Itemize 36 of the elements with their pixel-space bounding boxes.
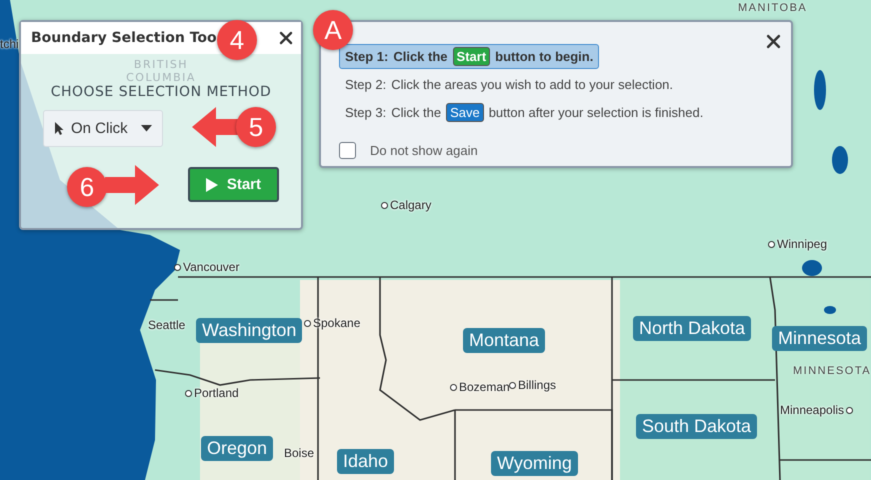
city-label: Bozeman: [459, 380, 510, 394]
step-label: Step 3:: [345, 105, 386, 120]
start-button[interactable]: Start: [188, 167, 279, 202]
region-label: MANITOBA: [738, 2, 808, 14]
city-label: Calgary: [390, 198, 432, 212]
step-text: button after your selection is finished.: [488, 105, 704, 120]
step-label: Step 2:: [345, 77, 386, 92]
state-label[interactable]: Oregon: [201, 436, 274, 461]
region-label: MINNESOTA: [793, 365, 871, 377]
state-label[interactable]: Idaho: [337, 449, 394, 474]
step-text: Click the areas you wish to add to your selection.: [391, 77, 674, 92]
city-label: Vancouver: [183, 260, 240, 274]
city-label: Minneapolis: [780, 403, 844, 417]
state-label[interactable]: Minnesota: [772, 326, 868, 351]
state-label[interactable]: Wyoming: [491, 451, 578, 476]
step-text: Click the: [393, 49, 448, 64]
step-label: Step 1:: [345, 49, 388, 64]
state-label[interactable]: South Dakota: [636, 414, 758, 439]
section-heading: CHOOSE SELECTION METHOD: [50, 84, 272, 100]
city-label: Billings: [518, 378, 556, 392]
step-text: Click the: [391, 105, 442, 120]
state-label[interactable]: Washington: [196, 318, 302, 343]
city-label: tchi: [0, 37, 19, 51]
city-label: Boise: [284, 446, 314, 460]
step-text: button to begin.: [495, 49, 594, 64]
city-label: Winnipeg: [777, 237, 828, 251]
button-chip: Save: [446, 103, 484, 122]
checkbox-label: Do not show again: [370, 143, 478, 158]
city-label: Seattle: [148, 318, 186, 332]
region-label: BRITISH COLUMBIA: [125, 58, 197, 84]
panel-title: Boundary Selection Too: [31, 30, 217, 46]
state-label[interactable]: North Dakota: [633, 316, 752, 341]
city-label: Portland: [194, 386, 239, 400]
button-chip: Start: [452, 47, 490, 66]
method-dropdown[interactable]: On Click: [43, 110, 163, 148]
state-label[interactable]: Montana: [463, 328, 546, 353]
